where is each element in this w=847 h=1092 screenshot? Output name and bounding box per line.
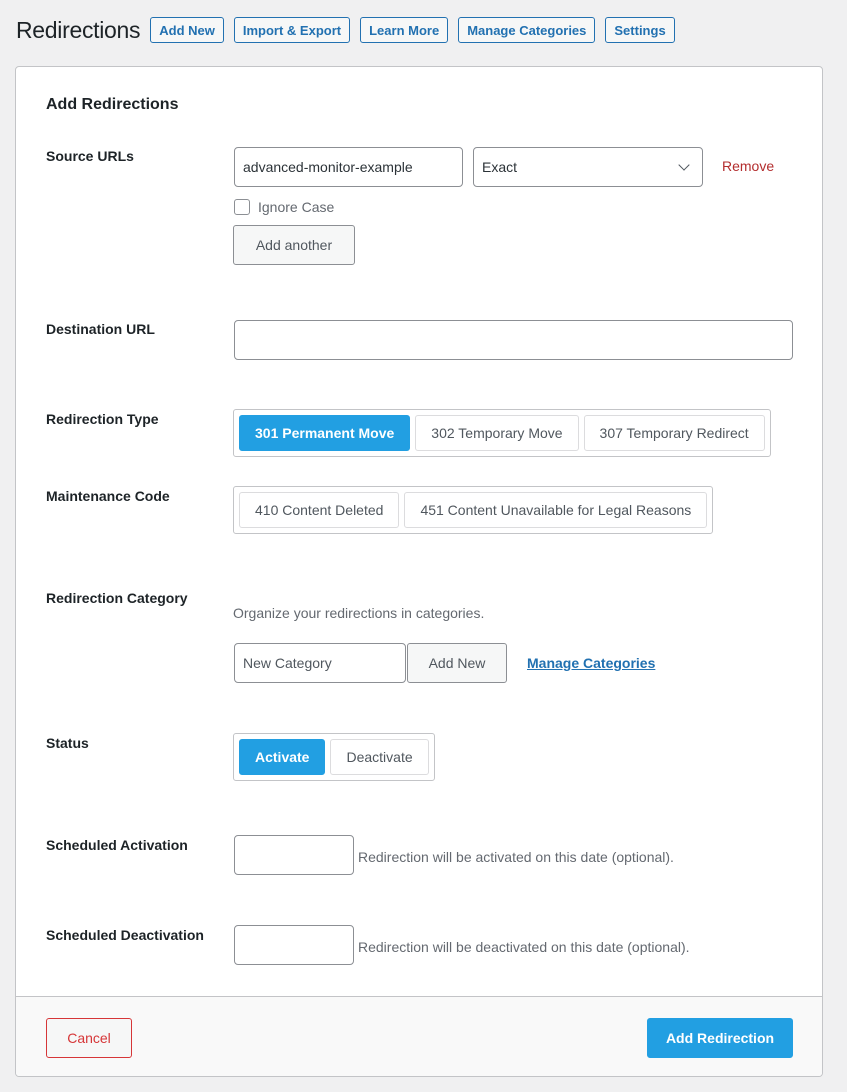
add-category-button[interactable]: Add New xyxy=(407,643,507,683)
source-url-input[interactable]: advanced-monitor-example xyxy=(234,147,463,187)
match-type-select[interactable]: Exact xyxy=(473,147,703,187)
learn-more-button[interactable]: Learn More xyxy=(360,17,449,43)
type-307-button[interactable]: 307 Temporary Redirect xyxy=(583,415,765,451)
scheduled-activation-help: Redirection will be activated on this da… xyxy=(358,849,674,865)
import-export-button[interactable]: Import & Export xyxy=(233,17,351,43)
new-category-input[interactable]: New Category xyxy=(234,643,406,683)
type-301-button[interactable]: 301 Permanent Move xyxy=(239,415,411,451)
chevron-down-icon xyxy=(678,159,690,171)
manage-categories-link[interactable]: Manage Categories xyxy=(527,655,655,671)
type-302-button[interactable]: 302 Temporary Move xyxy=(415,415,579,451)
source-url-value: advanced-monitor-example xyxy=(243,159,413,175)
redirection-type-label: Redirection Type xyxy=(46,411,159,427)
status-group: Activate Deactivate xyxy=(233,733,435,781)
scheduled-deactivation-label: Scheduled Deactivation xyxy=(46,927,204,943)
deactivate-button[interactable]: Deactivate xyxy=(330,739,429,775)
maintenance-code-label: Maintenance Code xyxy=(46,488,170,504)
code-451-button[interactable]: 451 Content Unavailable for Legal Reason… xyxy=(404,492,708,528)
status-label: Status xyxy=(46,735,89,751)
ignore-case-checkbox[interactable] xyxy=(234,199,250,215)
redirection-type-group: 301 Permanent Move 302 Temporary Move 30… xyxy=(233,409,771,457)
maintenance-code-group: 410 Content Deleted 451 Content Unavaila… xyxy=(233,486,714,534)
add-new-button[interactable]: Add New xyxy=(150,17,224,43)
remove-source-link[interactable]: Remove xyxy=(722,158,774,174)
scheduled-deactivation-input[interactable] xyxy=(234,925,354,965)
page-title: Redirections xyxy=(16,16,141,43)
page-header: Redirections Add New Import & Export Lea… xyxy=(16,16,685,44)
form-title: Add Redirections xyxy=(46,96,179,113)
scheduled-deactivation-help: Redirection will be deactivated on this … xyxy=(358,939,690,955)
destination-url-input[interactable] xyxy=(234,320,793,360)
source-urls-label: Source URLs xyxy=(46,148,134,164)
add-redirection-form: Add Redirections Source URLs advanced-mo… xyxy=(15,66,823,1077)
form-footer: Cancel Add Redirection xyxy=(16,996,822,1076)
destination-url-label: Destination URL xyxy=(46,321,155,337)
code-410-button[interactable]: 410 Content Deleted xyxy=(239,492,400,528)
activate-button[interactable]: Activate xyxy=(239,739,326,775)
category-help-text: Organize your redirections in categories… xyxy=(233,605,485,621)
manage-categories-button[interactable]: Manage Categories xyxy=(458,17,596,43)
redirection-category-label: Redirection Category xyxy=(46,590,188,606)
scheduled-activation-input[interactable] xyxy=(234,835,354,875)
add-another-button[interactable]: Add another xyxy=(233,225,355,265)
ignore-case-row[interactable]: Ignore Case xyxy=(234,199,334,215)
match-type-value: Exact xyxy=(482,159,518,175)
ignore-case-label: Ignore Case xyxy=(258,199,335,215)
add-redirection-button[interactable]: Add Redirection xyxy=(647,1018,793,1058)
cancel-button[interactable]: Cancel xyxy=(46,1018,132,1058)
settings-button[interactable]: Settings xyxy=(605,17,675,43)
scheduled-activation-label: Scheduled Activation xyxy=(46,837,188,853)
